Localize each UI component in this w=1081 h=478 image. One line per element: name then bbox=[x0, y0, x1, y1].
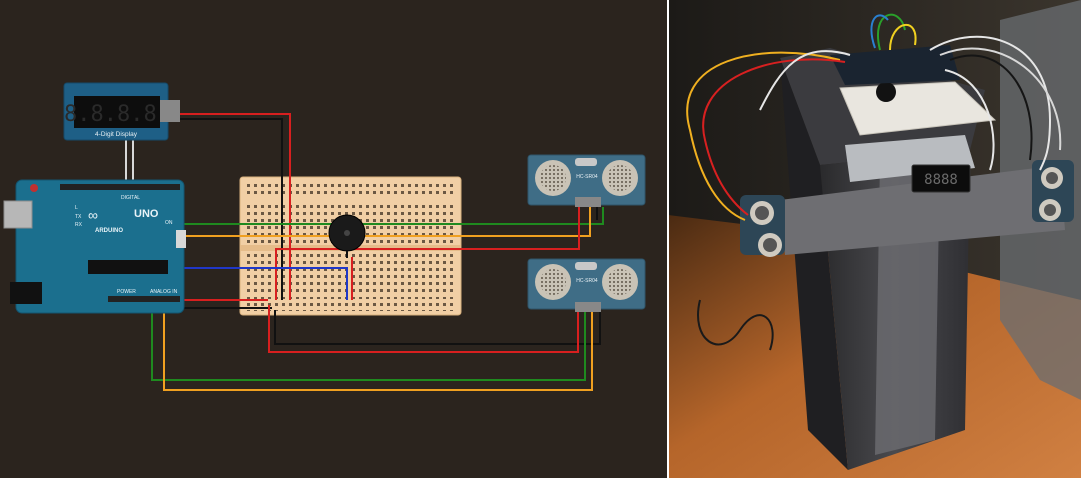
power-jack bbox=[10, 282, 42, 304]
tx-label: TX bbox=[75, 214, 82, 220]
photo-sensor-left bbox=[740, 195, 785, 257]
digital-label: DIGITAL bbox=[121, 195, 140, 201]
power-analog-header bbox=[108, 296, 180, 302]
infinity-logo-icon: ∞ bbox=[88, 207, 98, 223]
sensor-top-label: HC-SR04 bbox=[576, 174, 598, 180]
arduino-uno-board: DIGITAL UNO ARDUINO TX RX ON L POWER ANA… bbox=[3, 179, 186, 314]
photo-display: 8888 bbox=[911, 164, 971, 193]
photo-sensor-right bbox=[1032, 160, 1074, 222]
rx-label: RX bbox=[75, 222, 83, 228]
uno-label: UNO bbox=[134, 208, 159, 220]
hardware-photo: 8888 bbox=[668, 0, 1081, 478]
analog-label: ANALOG IN bbox=[150, 289, 178, 295]
figure: 8.8.8.8. 4-Digit Display DIGITAL UNO ARD… bbox=[0, 0, 1081, 478]
display-pin-header bbox=[160, 100, 180, 122]
arduino-brand: ARDUINO bbox=[95, 228, 123, 234]
power-label: POWER bbox=[117, 289, 136, 295]
display-label: 4-Digit Display bbox=[95, 131, 138, 138]
circuit-diagram: 8.8.8.8. 4-Digit Display DIGITAL UNO ARD… bbox=[0, 0, 668, 478]
photo-buzzer bbox=[876, 82, 896, 102]
l-label: L bbox=[75, 205, 78, 211]
photo-display-digits: 8888 bbox=[924, 172, 958, 188]
sensor-bottom-pins bbox=[575, 302, 601, 312]
usb-port bbox=[3, 200, 33, 229]
digital-header bbox=[60, 184, 180, 190]
ultrasonic-sensor-bottom: HC-SR04 bbox=[527, 258, 646, 312]
sensor-bottom-label: HC-SR04 bbox=[576, 278, 598, 284]
sensor-top-pins bbox=[575, 197, 601, 207]
reset-button bbox=[30, 184, 38, 192]
composite-figure: 8.8.8.8. 4-Digit Display DIGITAL UNO ARD… bbox=[0, 0, 1081, 478]
display-digits: 8.8.8.8. bbox=[64, 102, 170, 127]
icsp-header bbox=[176, 230, 186, 248]
four-digit-display: 8.8.8.8. 4-Digit Display bbox=[63, 82, 180, 141]
ultrasonic-sensor-top: HC-SR04 bbox=[527, 154, 646, 207]
on-label: ON bbox=[165, 220, 173, 226]
atmega-chip bbox=[88, 260, 168, 274]
